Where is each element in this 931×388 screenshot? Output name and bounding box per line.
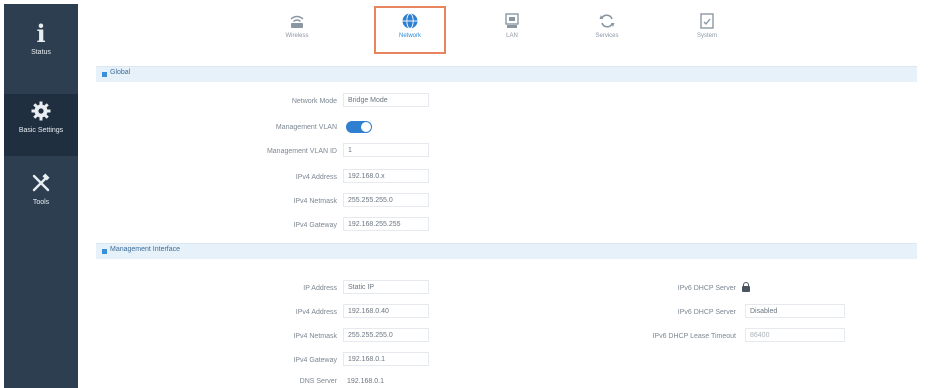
ip-address-mode-value[interactable]: Static IP [343,280,429,294]
tab-label: Network [398,33,421,39]
tools-icon [29,172,53,196]
management-vlan-id-field[interactable]: 1 [343,143,429,157]
ipv4-gateway-field[interactable]: 192.168.255.255 [343,217,429,231]
tab-network[interactable]: Network [374,6,446,54]
ipv4-netmask-field[interactable]: 255.255.255.0 [343,193,429,207]
info-icon: i [36,19,46,48]
dns-server-value[interactable]: 192.168.0.1 [347,378,384,385]
sidebar-item-tools[interactable]: Tools [4,172,78,224]
ipv6-dhcp-server-select[interactable]: Disabled [745,304,845,318]
mgmt-ipv4-address-field[interactable]: 192.168.0.40 [343,304,429,318]
label-mgmt-ipv4-netmask: IPv4 Netmask [293,333,337,340]
section-marker [102,72,107,77]
lan-icon [503,12,521,30]
label-ipv4-address: IPv4 Address [295,174,337,181]
label-management-vlan: Management VLAN [275,124,337,131]
section-marker [102,249,107,254]
label-network-mode: Network Mode [291,98,337,105]
label-ipv4-gateway: IPv4 Gateway [293,222,337,229]
lock-icon[interactable] [742,282,750,292]
mgmt-ipv4-netmask-field[interactable]: 255.255.255.0 [343,328,429,342]
sidebar-item-basic-settings[interactable]: Basic Settings [4,94,78,156]
sidebar: i Status Basic Settings Tools [4,4,78,388]
section-title: Management Interface [110,246,181,253]
globe-icon [401,12,419,30]
label-dns-server: DNS Server [299,378,337,385]
tab-wireless[interactable]: Wireless [263,8,331,52]
section-header-global: Global [96,66,917,82]
gear-icon [29,100,53,124]
sidebar-item-status[interactable]: i Status [4,22,78,74]
label-ipv6-dhcp-server-lock: IPv6 DHCP Server [677,285,736,292]
refresh-icon [598,12,616,30]
top-navigation: Wireless Network LAN Services System [78,4,927,60]
lock-body [742,286,750,292]
system-icon [698,12,716,30]
section-header-management: Management Interface [96,243,917,259]
sidebar-item-label: Status [31,49,51,56]
wireless-icon [288,12,306,30]
tab-services[interactable]: Services [573,8,641,52]
ipv6-dhcp-lease-timeout-field[interactable]: 86400 [745,328,845,342]
tab-system[interactable]: System [673,8,741,52]
management-vlan-toggle[interactable] [346,121,372,133]
label-management-vlan-id: Management VLAN ID [266,148,337,155]
label-ipv6-dhcp-server: IPv6 DHCP Server [677,309,736,316]
section-title: Global [110,69,131,76]
tab-label: System [696,33,717,39]
label-mgmt-ipv4-address: IPv4 Address [295,309,337,316]
label-ipv4-netmask: IPv4 Netmask [293,198,337,205]
tab-label: LAN [506,33,518,39]
tab-label: Wireless [285,33,309,39]
toggle-knob [361,122,371,132]
ipv4-address-field[interactable]: 192.168.0.x [343,169,429,183]
tab-lan[interactable]: LAN [478,8,546,52]
app-frame: i Status Basic Settings Tools Wireless N… [0,0,931,388]
label-ip-address-mode: IP Address [303,285,337,292]
mgmt-ipv4-gateway-field[interactable]: 192.168.0.1 [343,352,429,366]
network-mode-value[interactable]: Bridge Mode [343,93,429,107]
sidebar-item-label: Tools [32,199,50,206]
sidebar-item-label: Basic Settings [18,127,64,134]
label-mgmt-ipv4-gateway: IPv4 Gateway [293,357,337,364]
tab-label: Services [595,33,619,39]
label-ipv6-dhcp-lease-timeout: IPv6 DHCP Lease Timeout [652,333,736,340]
